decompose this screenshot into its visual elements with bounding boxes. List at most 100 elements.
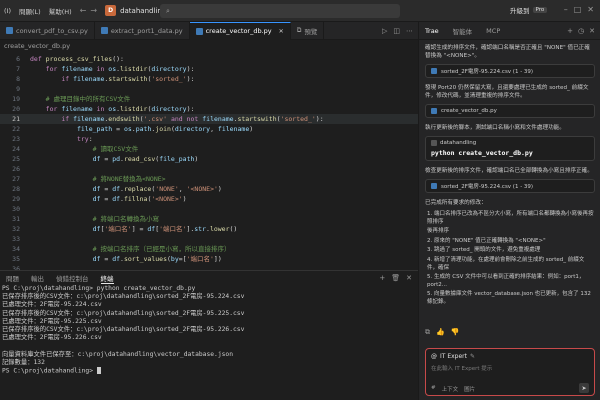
code-line[interactable]: 33 [0,234,418,244]
tool-context[interactable]: 上下文 [442,385,459,393]
tab-mcp[interactable]: MCP [486,27,500,35]
tab-label: create_vector_db.py [205,27,272,35]
code-text: df = pd.read_csv(file_path) [92,155,199,163]
panel-tab-bar: 問題 輸出 偵錯控制台 終端 + 🗑 ✕ [0,271,418,285]
tab-extract-port1-data[interactable]: extract_port1_data.py [95,21,190,40]
input-tools: # 上下文 圖片 [431,385,475,393]
split-editor-icon[interactable]: ◫ [393,27,400,35]
line-number: 25 [12,155,20,163]
close-tab-icon[interactable]: ✕ [279,28,284,35]
python-file-icon [431,108,437,114]
line-number: 27 [12,175,20,183]
file-reference-chip[interactable]: sorted_2F電房-95.224.csv (1 - 39) [425,64,595,78]
add-terminal-icon[interactable]: + [379,274,385,282]
forward-arrow-icon[interactable]: → [90,6,97,15]
upgrade-button[interactable]: 升級到 Pro [510,5,548,15]
new-chat-icon[interactable]: + [567,27,573,35]
code-line[interactable]: 25 df = pd.read_csv(file_path) [0,154,418,164]
code-line[interactable]: 23 try: [0,134,418,144]
code-line[interactable]: 27 # 將NONE替換為<NONE> [0,174,418,184]
code-line[interactable]: 7 for filename in os.listdir(directory): [0,64,418,74]
close-window-icon[interactable]: ✕ [587,5,594,14]
close-side-icon[interactable]: ✕ [589,27,595,35]
code-line[interactable]: 6 def process_csv_files(): [0,54,418,64]
tab-terminal[interactable]: 終端 [100,273,114,284]
more-actions-icon[interactable]: ⋯ [406,27,413,35]
chat-history[interactable]: 確認生成的排序文件，確認端口名稱是否正確且 "NONE" 值已正確替換為 "<N… [425,44,595,344]
code-line[interactable]: 34 # 按端口名排序（已經是小寫，所以直接排序） [0,244,418,254]
minimize-icon[interactable]: – [564,5,568,14]
code-line[interactable]: 20 for filename in os.listdir(directory)… [0,104,418,114]
back-arrow-icon[interactable]: ← [80,6,87,15]
tab-label: convert_pdf_to_csv.py [16,26,88,35]
code-line[interactable]: 29 df = df.fillna('<NONE>') [0,194,418,204]
line-number: 6 [16,55,20,63]
window-controls: – □ ✕ [564,5,594,14]
tab-agent[interactable]: 智能体 [453,26,473,36]
side-tab-bar: Trae 智能体 MCP + ◷ ✕ [419,22,600,40]
code-line[interactable]: 8 if filename.startswith('sorted_'): [0,74,418,84]
tab-output[interactable]: 輸出 [31,273,44,283]
menu-item-1[interactable]: 問顯(L) [19,6,41,16]
tool-image[interactable]: 圖片 [464,385,475,393]
code-text: # 按端口名排序（已經是小寫，所以直接排序） [92,245,231,253]
chat-input[interactable]: @ IT Expert ✎ 在此輸入 IT Expert 提示 # 上下文 圖片… [425,348,595,396]
command-block[interactable]: datahandling python create_vector_db.py [425,136,595,161]
code-line[interactable]: 31 # 將端口名轉換為小寫 [0,214,418,224]
history-icon[interactable]: ◷ [578,27,584,35]
pro-badge: Pro [532,7,548,13]
summary-item: 2. 原來的 "NONE" 值已正確轉換為 "<NONE>" [427,237,546,244]
edit-icon[interactable]: ✎ [470,353,475,360]
command-block-cwd: datahandling [440,140,477,146]
run-icon[interactable]: ▷ [382,27,387,35]
summary-item: 1. 端口名排序已改為不區分大小寫，所有端口名都轉換為小寫後再按照排序 [427,211,594,225]
file-reference-chip[interactable]: create_vector_db.py [425,104,595,118]
at-icon: @ [431,353,437,360]
line-number: 28 [12,185,20,193]
code-line[interactable]: 19 # 處理目錄中的所有CSV文件 [0,94,418,104]
code-line[interactable]: 32 df['端口名'] = df['端口名'].str.lower() [0,224,418,234]
tab-debug-console[interactable]: 偵錯控制台 [56,273,89,283]
menu-item-0[interactable]: (I) [4,7,11,15]
menu-item-2[interactable]: 幫助(H) [49,6,72,16]
breadcrumb[interactable]: create_vector_db.py [0,40,418,52]
code-line[interactable]: 26 [0,164,418,174]
code-line[interactable]: 24 # 讀取CSV文件 [0,144,418,154]
tab-problems[interactable]: 問題 [6,273,19,283]
line-number: 29 [12,195,20,203]
tab-trae[interactable]: Trae [425,27,439,35]
code-line[interactable]: 30 [0,204,418,214]
line-number: 19 [12,95,20,103]
tool-hash[interactable]: # [431,385,436,393]
line-number: 21 [12,115,20,123]
terminal-output[interactable]: PS C:\proj\datahandling> python create_v… [0,285,418,400]
code-line[interactable]: 9 [0,84,418,94]
code-line[interactable]: 35 df = df.sort_values(by=['端口名']) [0,254,418,264]
code-line[interactable]: 28 df = df.replace('NONE', '<NONE>') [0,184,418,194]
thumbs-down-icon[interactable]: 👎 [451,328,460,337]
trash-icon[interactable]: 🗑 [391,274,400,282]
code-line[interactable]: 21 if filename.endswith('.csv' and not f… [0,114,418,124]
code-editor[interactable]: 6 def process_csv_files(): 7 for filename … [0,52,418,270]
send-button[interactable]: ➤ [579,383,589,393]
tab-convert-pdf-to-csv[interactable]: convert_pdf_to_csv.py [0,21,95,40]
line-number: 24 [12,145,20,153]
summary-item: 5. 向量數據庫文件 vector_database.json 也已更新，包含了… [427,291,591,305]
thumbs-up-icon[interactable]: 👍 [436,328,445,337]
tab-create-vector-db[interactable]: create_vector_db.py ✕ [189,21,291,40]
close-panel-icon[interactable]: ✕ [406,274,412,282]
file-reference-chip[interactable]: sorted_2F電房-95.224.csv (1 - 39) [425,179,595,193]
code-line[interactable]: 22 file_path = os.path.join(directory, f… [0,124,418,134]
code-text: for filename in os.listdir(directory): [45,105,195,113]
copy-icon[interactable]: ⧉ [425,328,430,337]
chat-paragraph: 已完成所有要求的修改： [425,200,487,206]
summary-item: 5. 生成的 CSV 文件中可以看到正確的排序結果：例如：port1，port2… [427,274,585,288]
python-file-icon [195,27,203,35]
tab-preview[interactable]: ⧉ 預覽 [291,21,325,40]
chip-label: sorted_2F電房-95.224.csv (1 - 39) [441,69,534,75]
maximize-icon[interactable]: □ [574,5,582,14]
search-input[interactable]: ⌕ [160,4,400,18]
terminal-cursor [96,366,101,374]
agent-chip[interactable]: @ IT Expert ✎ [431,353,475,360]
code-text: df['端口名'] = df['端口名'].str.lower() [92,225,238,233]
